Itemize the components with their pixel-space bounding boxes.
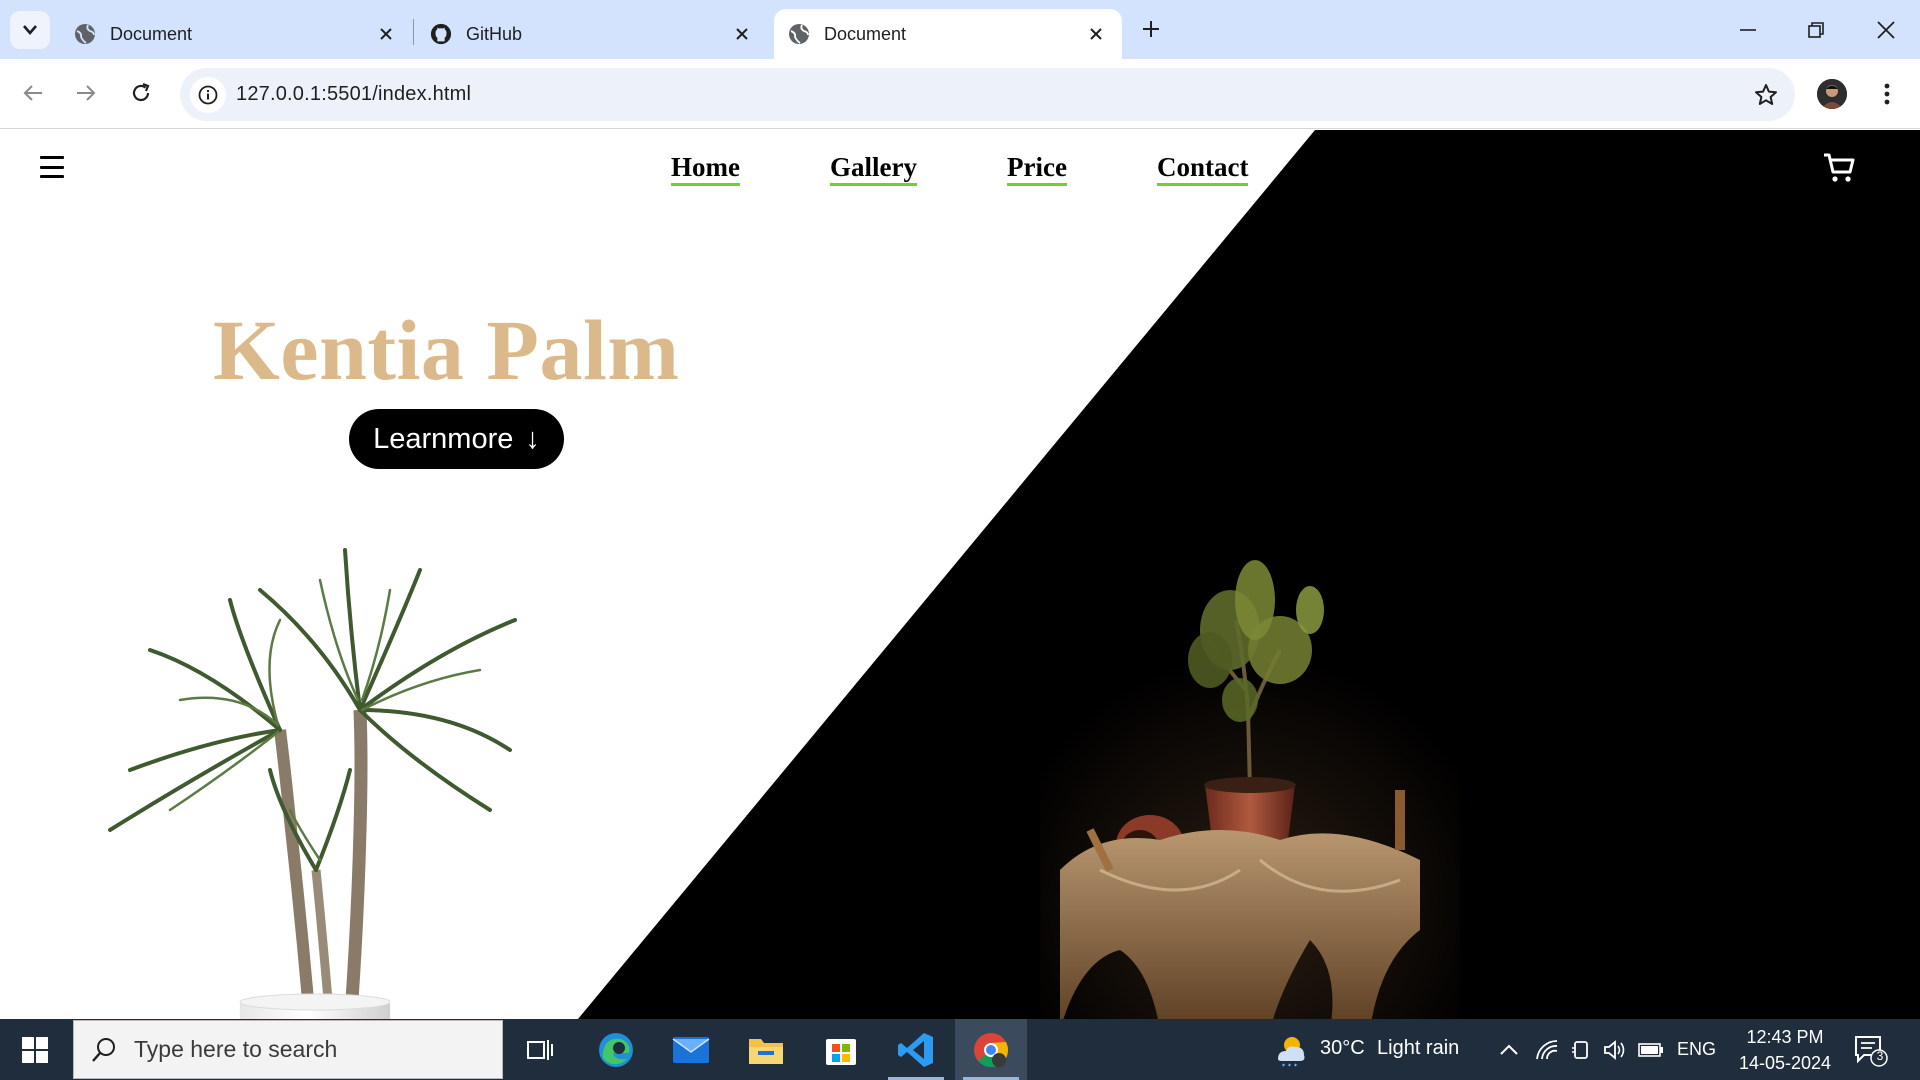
chevron-down-icon xyxy=(23,25,37,35)
browser-tab-strip: Document GitHub Document xyxy=(0,0,1920,59)
clock-date: 14-05-2024 xyxy=(1738,1053,1832,1073)
profile-avatar[interactable] xyxy=(1817,79,1847,109)
vscode-app-button[interactable] xyxy=(880,1019,952,1080)
store-app-button[interactable] xyxy=(805,1019,877,1080)
plus-icon xyxy=(1143,21,1159,37)
window-close-button[interactable] xyxy=(1852,0,1920,59)
windows-logo-icon xyxy=(22,1036,48,1063)
close-icon xyxy=(1877,20,1895,39)
chevron-up-icon[interactable] xyxy=(1496,1037,1522,1063)
learn-more-label: Learnmore xyxy=(373,422,514,455)
kentia-palm-image xyxy=(108,548,517,1019)
more-menu-icon[interactable] xyxy=(1872,76,1902,112)
search-icon xyxy=(74,1020,134,1079)
notification-count: 3 xyxy=(1876,1049,1884,1063)
close-icon[interactable] xyxy=(1084,22,1108,46)
taskbar-clock[interactable]: 12:43 PM 14-05-2024 xyxy=(1730,1024,1840,1076)
restore-icon xyxy=(1808,21,1824,38)
close-icon[interactable] xyxy=(730,22,754,46)
tab-github[interactable]: GitHub xyxy=(416,9,768,59)
browser-toolbar: 127.0.0.1:5501/index.html xyxy=(0,59,1920,129)
file-explorer-button[interactable] xyxy=(730,1019,802,1080)
chrome-app-button[interactable] xyxy=(955,1019,1027,1080)
address-bar[interactable]: 127.0.0.1:5501/index.html xyxy=(180,68,1795,121)
globe-icon xyxy=(788,23,810,45)
globe-icon xyxy=(74,23,96,45)
olive-tree-image xyxy=(1040,560,1460,1019)
web-page: Home Gallery Price Contact Kentia Palm L… xyxy=(0,130,1920,1019)
chrome-icon xyxy=(974,1032,1008,1067)
edge-app-button[interactable] xyxy=(580,1019,652,1080)
cart-icon[interactable] xyxy=(1822,152,1856,184)
nav-price-link[interactable]: Price xyxy=(1007,152,1067,186)
store-icon xyxy=(826,1038,856,1065)
minimize-button[interactable] xyxy=(1714,0,1782,59)
hero-title: Kentia Palm xyxy=(213,302,680,398)
weather-desc: Light rain xyxy=(1377,1037,1460,1059)
tab-title: Document xyxy=(824,23,907,44)
tab-search-button[interactable] xyxy=(10,11,50,49)
bookmark-star-icon[interactable] xyxy=(1751,80,1781,110)
tab-document-1[interactable]: Document xyxy=(60,9,412,59)
task-view-icon xyxy=(527,1039,553,1060)
task-view-button[interactable] xyxy=(504,1019,576,1080)
github-icon xyxy=(430,23,452,45)
weather-icon[interactable] xyxy=(1272,1033,1308,1067)
minimize-icon xyxy=(1740,28,1756,31)
battery-icon[interactable] xyxy=(1638,1037,1664,1063)
search-placeholder: Type here to search xyxy=(134,1036,338,1062)
tab-separator xyxy=(413,19,414,45)
tab-document-active[interactable]: Document xyxy=(774,9,1122,59)
windows-taskbar: Type here to search 30°C Light rain ENG xyxy=(0,1019,1920,1080)
notification-center-button[interactable]: 3 xyxy=(1852,1033,1888,1067)
nav-contact-link[interactable]: Contact xyxy=(1157,152,1249,186)
new-tab-button[interactable] xyxy=(1134,12,1168,46)
arrow-down-icon: ↓ xyxy=(525,422,540,455)
learn-more-button[interactable]: Learnmore ↓ xyxy=(349,409,564,469)
mail-app-button[interactable] xyxy=(655,1019,727,1080)
device-icon[interactable] xyxy=(1568,1037,1594,1063)
close-icon[interactable] xyxy=(374,22,398,46)
taskbar-search-box[interactable]: Type here to search xyxy=(73,1020,503,1079)
clock-time: 12:43 PM xyxy=(1746,1027,1824,1047)
reload-icon xyxy=(132,82,150,102)
start-button[interactable] xyxy=(0,1019,70,1080)
hamburger-menu-icon[interactable] xyxy=(40,156,66,178)
volume-icon[interactable] xyxy=(1602,1037,1628,1063)
vscode-icon xyxy=(898,1032,933,1067)
forward-button[interactable] xyxy=(66,73,106,113)
edge-icon xyxy=(599,1032,633,1067)
back-button[interactable] xyxy=(13,73,53,113)
url-text[interactable]: 127.0.0.1:5501/index.html xyxy=(236,83,471,106)
arrow-right-icon xyxy=(77,85,96,101)
network-icon[interactable] xyxy=(1534,1037,1560,1063)
nav-home-link[interactable]: Home xyxy=(671,152,740,186)
tab-title: Document xyxy=(110,23,193,44)
site-info-icon[interactable] xyxy=(190,77,226,113)
tab-title: GitHub xyxy=(466,23,523,44)
restore-button[interactable] xyxy=(1782,0,1850,59)
language-indicator[interactable]: ENG xyxy=(1677,1039,1716,1060)
reload-button[interactable] xyxy=(121,73,161,113)
nav-gallery-link[interactable]: Gallery xyxy=(830,152,917,186)
folder-icon xyxy=(749,1038,783,1064)
arrow-left-icon xyxy=(23,85,42,101)
mail-icon xyxy=(672,1036,710,1063)
weather-temp: 30°C xyxy=(1320,1037,1365,1059)
